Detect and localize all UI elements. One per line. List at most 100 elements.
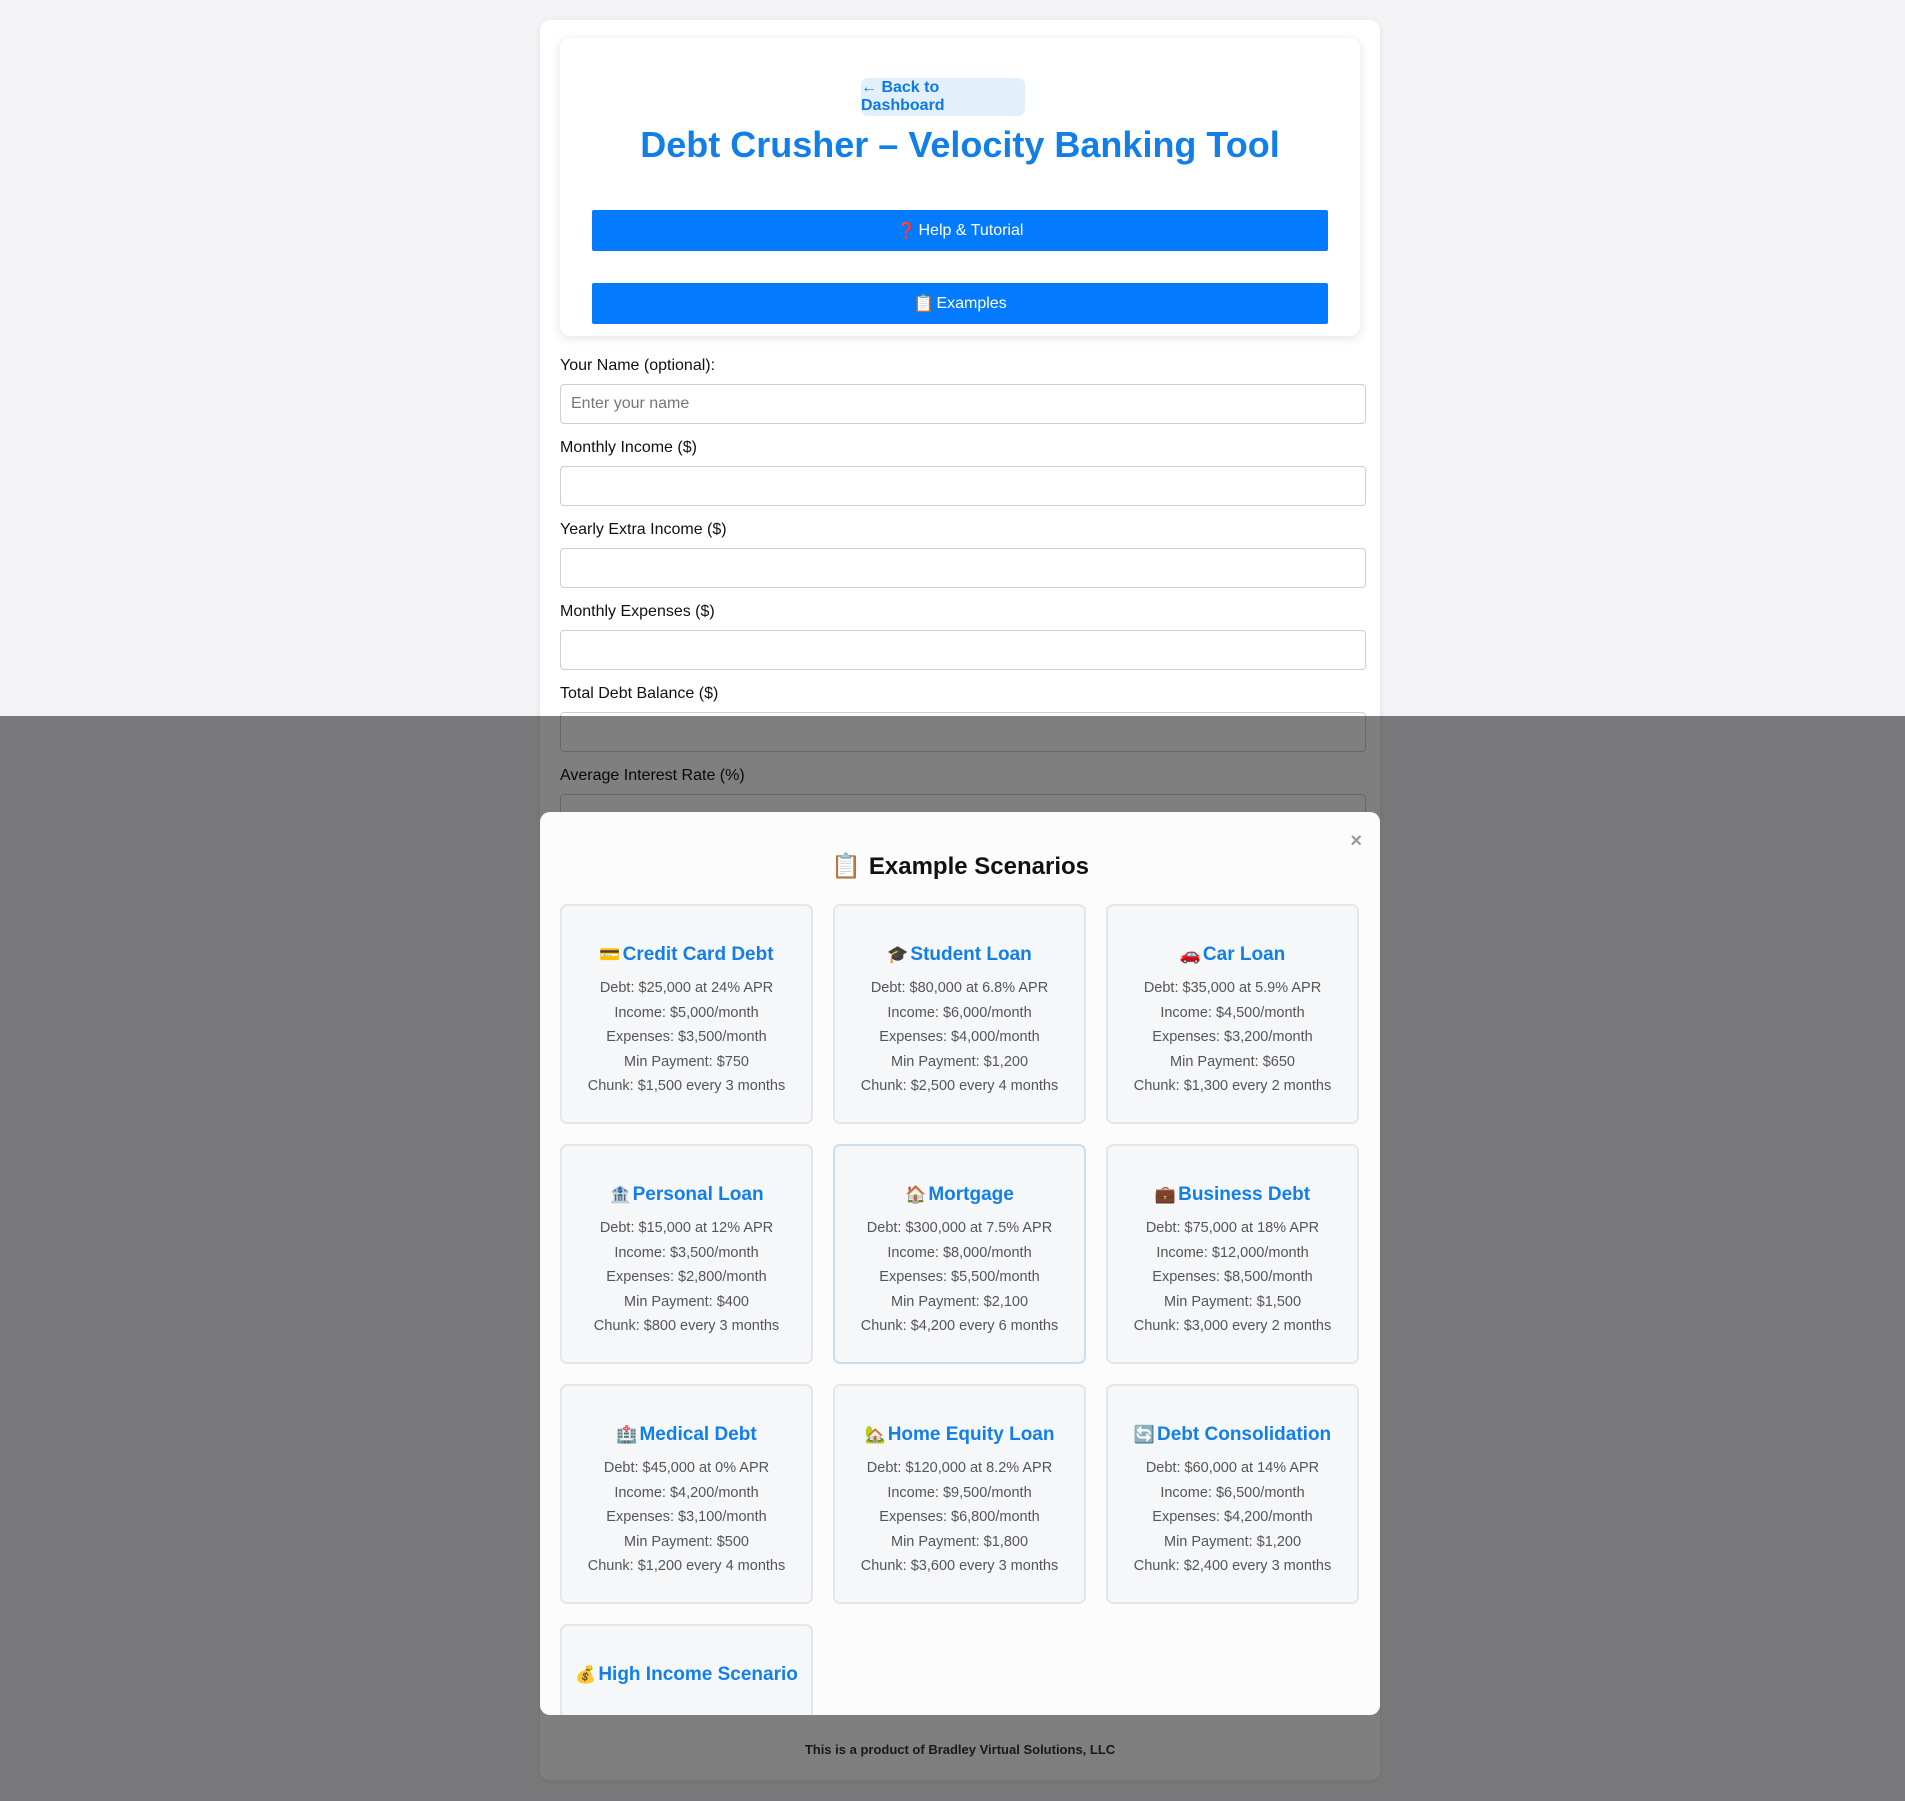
scenario-chunk: Chunk: $2,400 every 3 months bbox=[1133, 1558, 1332, 1575]
scenario-debt: Debt: $120,000 at 8.2% APR bbox=[866, 1460, 1053, 1476]
monthly-income-input[interactable] bbox=[560, 466, 1366, 506]
scenario-name: Medical Debt bbox=[639, 1424, 757, 1445]
help-tutorial-button[interactable]: ❓ Help & Tutorial bbox=[592, 210, 1328, 251]
scenario-chunk: Chunk: $2,500 every 4 months bbox=[860, 1078, 1059, 1095]
scenario-expenses: Expenses: $4,000/month bbox=[879, 1029, 1040, 1046]
scenario-title: 🚗 Car Loan bbox=[1108, 944, 1357, 966]
name-input[interactable] bbox=[560, 384, 1366, 424]
back-to-dashboard-button[interactable]: ← Back to Dashboard bbox=[861, 78, 1025, 116]
name-label: Your Name (optional): bbox=[560, 357, 716, 374]
scenario-income: Income: $12,000/month bbox=[1156, 1244, 1309, 1261]
scenario-title: 🎓 Student Loan bbox=[835, 944, 1084, 966]
scenario-debt: Debt: $45,000 at 0% APR bbox=[603, 1460, 770, 1476]
scenario-card[interactable]: 🎓 Student Loan Debt: $80,000 at 6.8% APR In… bbox=[833, 904, 1086, 1124]
scenario-title: 💰 High Income Scenario bbox=[562, 1664, 811, 1686]
scenario-chunk: Chunk: $1,200 every 4 months bbox=[587, 1558, 786, 1575]
examples-modal: × 📋 Example Scenarios 💳 Credit Card Debt D… bbox=[540, 812, 1380, 1715]
briefcase-icon: 💼 bbox=[1154, 1185, 1177, 1204]
scenario-title: 🏡 Home Equity Loan bbox=[835, 1424, 1084, 1446]
house-icon: 🏠 bbox=[905, 1185, 927, 1204]
scenario-expenses: Expenses: $5,500/month bbox=[879, 1269, 1040, 1286]
field-monthly-expenses: Monthly Expenses ($) bbox=[560, 601, 1366, 670]
scenario-card[interactable]: 🏡 Home Equity Loan Debt: $120,000 at 8.2% … bbox=[833, 1384, 1086, 1604]
scenario-min-payment: Min Payment: $1,500 bbox=[1163, 1293, 1302, 1310]
refresh-icon: 🔄 bbox=[1133, 1425, 1155, 1444]
scenario-chunk: Chunk: $800 every 3 months bbox=[593, 1318, 780, 1335]
scenario-debt: Debt: $300,000 at 7.5% APR bbox=[866, 1220, 1053, 1236]
question-icon: ❓ bbox=[896, 222, 917, 240]
scenario-title: 💼 Business Debt bbox=[1108, 1184, 1357, 1206]
scenario-card[interactable]: 🔄 Debt Consolidation Debt: $60,000 at 14% … bbox=[1106, 1384, 1359, 1604]
header-card: ← Back to Dashboard Debt Crusher – Veloc… bbox=[560, 38, 1360, 336]
scenario-card[interactable]: 🚗 Car Loan Debt: $35,000 at 5.9% APR Income… bbox=[1106, 904, 1359, 1124]
close-icon[interactable]: × bbox=[1350, 830, 1362, 853]
house-garden-icon: 🏡 bbox=[864, 1425, 886, 1444]
scenario-min-payment: Min Payment: $1,200 bbox=[890, 1053, 1029, 1070]
page-title: Debt Crusher – Velocity Banking Tool bbox=[640, 124, 1280, 165]
scenario-expenses: Expenses: $3,100/month bbox=[606, 1509, 767, 1526]
scenario-chunk: Chunk: $4,200 every 6 months bbox=[860, 1318, 1059, 1335]
help-tutorial-label: Help & Tutorial bbox=[918, 221, 1024, 239]
scenario-debt: Debt: $35,000 at 5.9% APR bbox=[1143, 980, 1322, 996]
scenario-debt: Debt: $15,000 at 12% APR bbox=[599, 1220, 774, 1236]
scenario-name: Home Equity Loan bbox=[887, 1424, 1055, 1445]
graduation-cap-icon: 🎓 bbox=[887, 945, 909, 964]
scenario-min-payment: Min Payment: $1,800 bbox=[890, 1533, 1029, 1550]
scenario-income: Income: $5,000/month bbox=[614, 1004, 759, 1021]
back-to-dashboard-label: ← Back to Dashboard bbox=[861, 79, 945, 114]
hospital-icon: 🏥 bbox=[616, 1425, 638, 1444]
scenario-chunk: Chunk: $1,500 every 3 months bbox=[587, 1078, 786, 1095]
scenario-name: Car Loan bbox=[1202, 944, 1286, 965]
scenario-expenses: Expenses: $3,500/month bbox=[606, 1029, 767, 1046]
yearly-extra-income-input[interactable] bbox=[560, 548, 1366, 588]
scenario-name: Personal Loan bbox=[632, 1184, 764, 1205]
bank-icon: 🏦 bbox=[609, 1185, 631, 1204]
monthly-expenses-input[interactable] bbox=[560, 630, 1366, 670]
scenario-debt: Debt: $80,000 at 6.8% APR bbox=[870, 980, 1049, 996]
examples-button[interactable]: 📋 Examples bbox=[592, 283, 1328, 324]
scenario-name: Student Loan bbox=[910, 944, 1032, 965]
monthly-income-label: Monthly Income ($) bbox=[560, 439, 697, 456]
monthly-expenses-label: Monthly Expenses ($) bbox=[560, 603, 715, 620]
scenario-income: Income: $6,000/month bbox=[887, 1004, 1032, 1021]
scenario-income: Income: $9,500/month bbox=[887, 1484, 1032, 1501]
scenario-expenses: Expenses: $4,200/month bbox=[1152, 1509, 1313, 1526]
scenario-min-payment: Min Payment: $400 bbox=[624, 1293, 749, 1310]
scenario-card[interactable]: 💳 Credit Card Debt Debt: $25,000 at 24% AP… bbox=[560, 904, 813, 1124]
scenario-name: High Income Scenario bbox=[598, 1664, 798, 1685]
scenario-debt: Debt: $75,000 at 18% APR bbox=[1145, 1220, 1320, 1236]
scenario-min-payment: Min Payment: $750 bbox=[624, 1053, 749, 1070]
money-bag-icon: 💰 bbox=[575, 1665, 597, 1684]
car-icon: 🚗 bbox=[1179, 945, 1201, 964]
scenario-card[interactable]: 🏠 Mortgage Debt: $300,000 at 7.5% APR Incom… bbox=[833, 1144, 1086, 1364]
scenario-chunk: Chunk: $3,600 every 3 months bbox=[860, 1558, 1059, 1575]
scenario-expenses: Expenses: $6,800/month bbox=[879, 1509, 1040, 1526]
scenario-income: Income: $8,000/month bbox=[887, 1244, 1032, 1261]
scenario-income: Income: $4,500/month bbox=[1160, 1004, 1305, 1021]
scenario-title: 🏥 Medical Debt bbox=[562, 1424, 811, 1446]
scenario-card[interactable]: 💼 Business Debt Debt: $75,000 at 18% APR In… bbox=[1106, 1144, 1359, 1364]
clipboard-icon: 📋 bbox=[913, 293, 935, 313]
scenario-name: Debt Consolidation bbox=[1157, 1424, 1332, 1445]
scenario-income: Income: $6,500/month bbox=[1160, 1484, 1305, 1501]
scenario-card[interactable]: 💰 High Income Scenario bbox=[560, 1624, 813, 1715]
scenario-title: 🏠 Mortgage bbox=[835, 1184, 1084, 1206]
scenario-income: Income: $4,200/month bbox=[614, 1484, 759, 1501]
examples-label: Examples bbox=[936, 294, 1007, 312]
scenario-debt: Debt: $25,000 at 24% APR bbox=[599, 980, 774, 996]
clipboard-icon: 📋 bbox=[830, 853, 861, 880]
scenario-debt: Debt: $60,000 at 14% APR bbox=[1145, 1460, 1320, 1476]
scenario-min-payment: Min Payment: $650 bbox=[1170, 1053, 1295, 1070]
scenario-expenses: Expenses: $3,200/month bbox=[1152, 1029, 1313, 1046]
scenario-chunk: Chunk: $1,300 every 2 months bbox=[1133, 1078, 1332, 1095]
scenario-name: Mortgage bbox=[928, 1184, 1014, 1205]
field-monthly-income: Monthly Income ($) bbox=[560, 437, 1366, 506]
scenario-income: Income: $3,500/month bbox=[614, 1244, 759, 1261]
scenario-card[interactable]: 🏦 Personal Loan Debt: $15,000 at 12% APR In… bbox=[560, 1144, 813, 1364]
field-yearly-extra-income: Yearly Extra Income ($) bbox=[560, 519, 1366, 588]
scenario-min-payment: Min Payment: $500 bbox=[624, 1533, 749, 1550]
scenario-card[interactable]: 🏥 Medical Debt Debt: $45,000 at 0% APR Inco… bbox=[560, 1384, 813, 1604]
scenario-title: 🏦 Personal Loan bbox=[562, 1184, 811, 1206]
field-name: Your Name (optional): bbox=[560, 355, 1366, 424]
scenario-title: 💳 Credit Card Debt bbox=[562, 944, 811, 966]
